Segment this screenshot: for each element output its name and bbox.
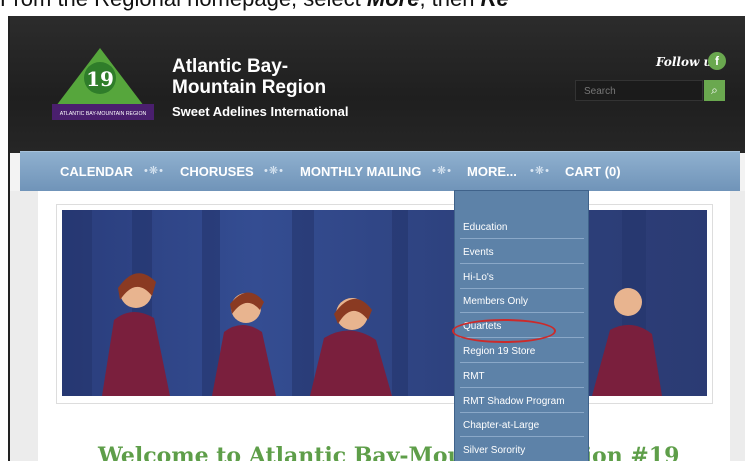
logo-caption: ATLANTIC BAY-MOUNTAIN REGION (60, 111, 147, 117)
hero-slideshow[interactable] (62, 210, 707, 396)
nav-separator: •❋• (264, 165, 284, 177)
menu-item[interactable]: Region 19 Store (460, 341, 584, 363)
background-pattern (730, 191, 745, 461)
site-subtitle: Sweet Adelines International (172, 104, 349, 119)
nav-more[interactable]: MORE... (467, 164, 517, 179)
site-title-line2: Mountain Region (172, 77, 327, 98)
background-pattern (10, 191, 38, 461)
caption-prefix: From the Regional homepage, select (0, 0, 367, 11)
facebook-icon[interactable]: f (708, 52, 726, 70)
nav-separator: •❋• (144, 165, 164, 177)
caption-suffix: , then (419, 0, 480, 11)
search-input[interactable]: Search (575, 80, 703, 101)
menu-item[interactable]: Chapter-at-Large (460, 415, 584, 438)
region-logo[interactable]: 19 ATLANTIC BAY-MOUNTAIN REGION (48, 46, 158, 126)
nav-calendar[interactable]: CALENDAR (60, 164, 133, 179)
caption-tail: Re (481, 0, 509, 11)
main-content: Welcome to Atlantic Bay-Mountain Region … (38, 191, 730, 461)
caption-more: More (367, 0, 420, 11)
menu-item[interactable]: Events (460, 242, 584, 264)
nav-separator: •❋• (530, 165, 550, 177)
nav-monthly-mailing[interactable]: MONTHLY MAILING (300, 164, 421, 179)
nav-choruses[interactable]: CHORUSES (180, 164, 254, 179)
welcome-heading: Welcome to Atlantic Bay-Mountain Region … (98, 443, 680, 461)
main-nav: CALENDAR •❋• CHORUSES •❋• MONTHLY MAILIN… (20, 151, 740, 192)
menu-item[interactable]: RMT (460, 366, 584, 388)
menu-item[interactable]: Education (460, 217, 584, 239)
menu-item[interactable]: Members Only (460, 291, 584, 314)
menu-item[interactable]: RMT Shadow Program (460, 391, 584, 413)
site-header: 19 ATLANTIC BAY-MOUNTAIN REGION Atlantic… (10, 16, 745, 153)
logo-number: 19 (86, 67, 114, 91)
site-title-line1: Atlantic Bay- (172, 56, 289, 77)
browser-frame: 19 ATLANTIC BAY-MOUNTAIN REGION Atlantic… (8, 16, 745, 461)
nav-separator: •❋• (432, 165, 452, 177)
menu-item[interactable]: Silver Sorority (460, 440, 584, 461)
nav-cart[interactable]: CART (0) (565, 164, 621, 179)
search-icon[interactable]: ⌕ (704, 80, 725, 101)
site-title[interactable]: Atlantic Bay- Mountain Region (172, 56, 326, 98)
menu-item[interactable]: Hi-Lo's (460, 267, 584, 289)
hero-photo (62, 210, 662, 396)
highlight-oval (452, 319, 556, 343)
